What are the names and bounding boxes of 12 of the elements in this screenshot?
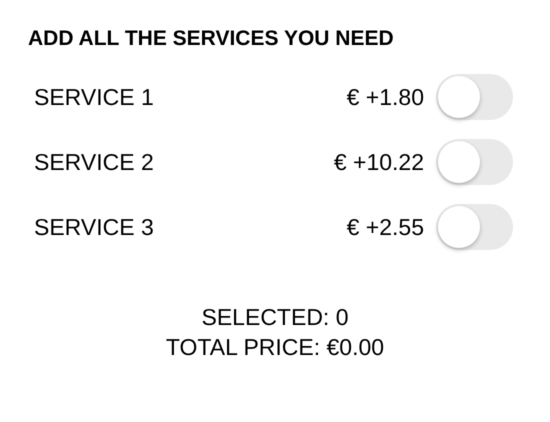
service-name: SERVICE 1 <box>34 84 155 110</box>
toggle-switch[interactable] <box>436 139 513 185</box>
service-name: SERVICE 2 <box>34 148 155 176</box>
service-price: € +2.55 <box>346 214 424 240</box>
service-price: € +1.80 <box>346 84 424 110</box>
toggle-switch[interactable] <box>436 74 513 120</box>
page-title: ADD ALL THE SERVICES YOU NEED <box>28 26 395 52</box>
selected-count: SELECTED: 0 <box>202 303 348 332</box>
service-name: SERVICE 3 <box>34 214 155 240</box>
total-price: TOTAL PRICE: €0.00 <box>166 333 384 362</box>
toggle-switch[interactable] <box>436 204 513 250</box>
service-price: € +10.22 <box>334 148 424 176</box>
